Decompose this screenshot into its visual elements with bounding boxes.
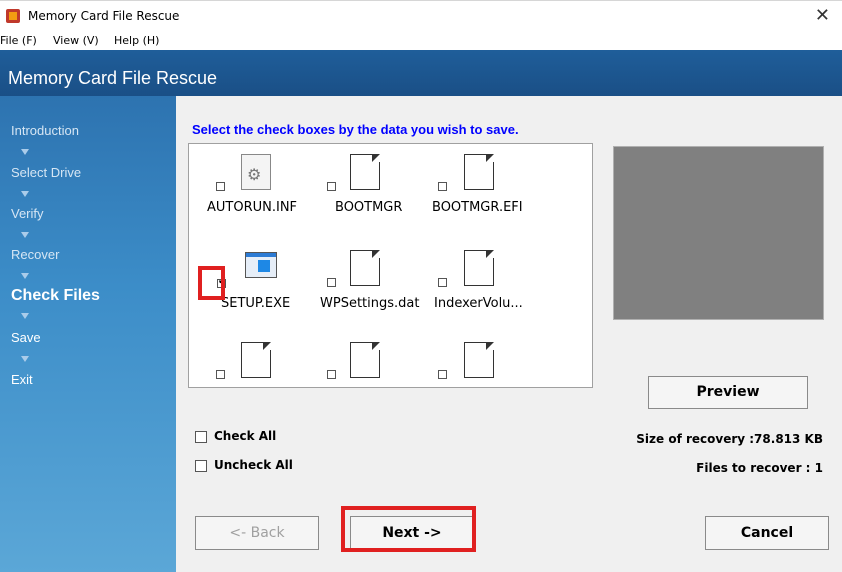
file-checkbox[interactable] [216, 370, 225, 379]
file-checkbox[interactable] [327, 278, 336, 287]
uncheck-all-option[interactable]: Uncheck All [195, 458, 293, 472]
file-item-autorun[interactable]: AUTORUN.INF [199, 154, 309, 244]
check-all-label: Check All [214, 429, 277, 443]
back-button[interactable]: <- Back [195, 516, 319, 550]
file-item-setup-exe[interactable]: SETUP.EXE [199, 252, 309, 342]
document-icon [464, 250, 494, 286]
file-item[interactable] [199, 342, 309, 387]
file-checkbox[interactable] [327, 370, 336, 379]
banner-title: Memory Card File Rescue [8, 68, 218, 88]
recovery-size-text: Size of recovery :78.813 KB [636, 432, 823, 446]
file-name: AUTORUN.INF [207, 200, 298, 215]
preview-button[interactable]: Preview [648, 376, 808, 409]
file-checkbox[interactable] [327, 182, 336, 191]
document-icon [464, 342, 494, 378]
menu-view[interactable]: View (V) [53, 34, 99, 47]
check-all-checkbox[interactable] [195, 430, 207, 443]
step-arrow-icon [21, 191, 29, 197]
file-item[interactable] [424, 342, 534, 387]
check-all-option[interactable]: Check All [195, 429, 276, 443]
wizard-steps-sidebar: Introduction Select Drive Verify Recover… [0, 96, 176, 572]
file-name: BOOTMGR [335, 200, 403, 215]
document-icon [350, 342, 380, 378]
file-name: SETUP.EXE [221, 296, 291, 311]
cancel-button[interactable]: Cancel [705, 516, 829, 550]
document-icon [241, 342, 271, 378]
uncheck-all-checkbox[interactable] [195, 459, 207, 472]
step-arrow-icon [21, 232, 29, 238]
step-arrow-icon [21, 356, 29, 362]
menu-bar: File (F) View (V) Help (H) [0, 30, 842, 50]
file-item-wpsettings[interactable]: WPSettings.dat [314, 250, 424, 342]
file-checkbox[interactable] [438, 182, 447, 191]
document-icon [350, 154, 380, 190]
next-button[interactable]: Next -> [350, 516, 474, 550]
preview-area [613, 146, 824, 320]
uncheck-all-label: Uncheck All [214, 458, 293, 472]
settings-file-icon [241, 154, 271, 190]
main-content: Select the check boxes by the data you w… [176, 96, 842, 572]
step-select-drive: Select Drive [11, 165, 82, 180]
document-icon [464, 154, 494, 190]
executable-icon [245, 252, 277, 278]
header-banner: Memory Card File Rescue [0, 50, 842, 96]
step-introduction: Introduction [11, 123, 79, 138]
step-verify: Verify [11, 206, 44, 221]
step-check-files: Check Files [11, 287, 100, 304]
step-arrow-icon [21, 313, 29, 319]
step-save: Save [11, 330, 41, 345]
file-list-panel[interactable]: AUTORUN.INF BOOTMGR BOOTMGR.EFI SETUP.EX… [188, 143, 593, 388]
file-name: IndexerVolu... [434, 296, 523, 311]
file-checkbox[interactable] [438, 278, 447, 287]
file-checkbox-checked[interactable] [217, 276, 226, 288]
document-icon [350, 250, 380, 286]
step-exit: Exit [11, 372, 33, 387]
file-item-indexervolume[interactable]: IndexerVolu... [424, 250, 534, 342]
file-checkbox[interactable] [438, 370, 447, 379]
file-item[interactable] [314, 342, 424, 387]
files-to-recover-text: Files to recover : 1 [696, 461, 823, 475]
file-name: WPSettings.dat [320, 296, 420, 311]
file-item-bootmgr[interactable]: BOOTMGR [314, 154, 424, 244]
title-bar: Memory Card File Rescue ✕ [0, 0, 842, 30]
step-arrow-icon [21, 149, 29, 155]
file-checkbox[interactable] [216, 182, 225, 191]
menu-file[interactable]: File (F) [0, 34, 37, 47]
step-recover: Recover [11, 247, 60, 262]
file-name: BOOTMGR.EFI [432, 200, 523, 215]
close-button[interactable]: ✕ [815, 5, 830, 26]
file-item-bootmgr-efi[interactable]: BOOTMGR.EFI [424, 154, 534, 244]
instruction-text: Select the check boxes by the data you w… [192, 122, 519, 137]
window-title: Memory Card File Rescue [28, 9, 180, 23]
step-arrow-icon [21, 273, 29, 279]
app-icon [6, 9, 20, 23]
menu-help[interactable]: Help (H) [114, 34, 159, 47]
